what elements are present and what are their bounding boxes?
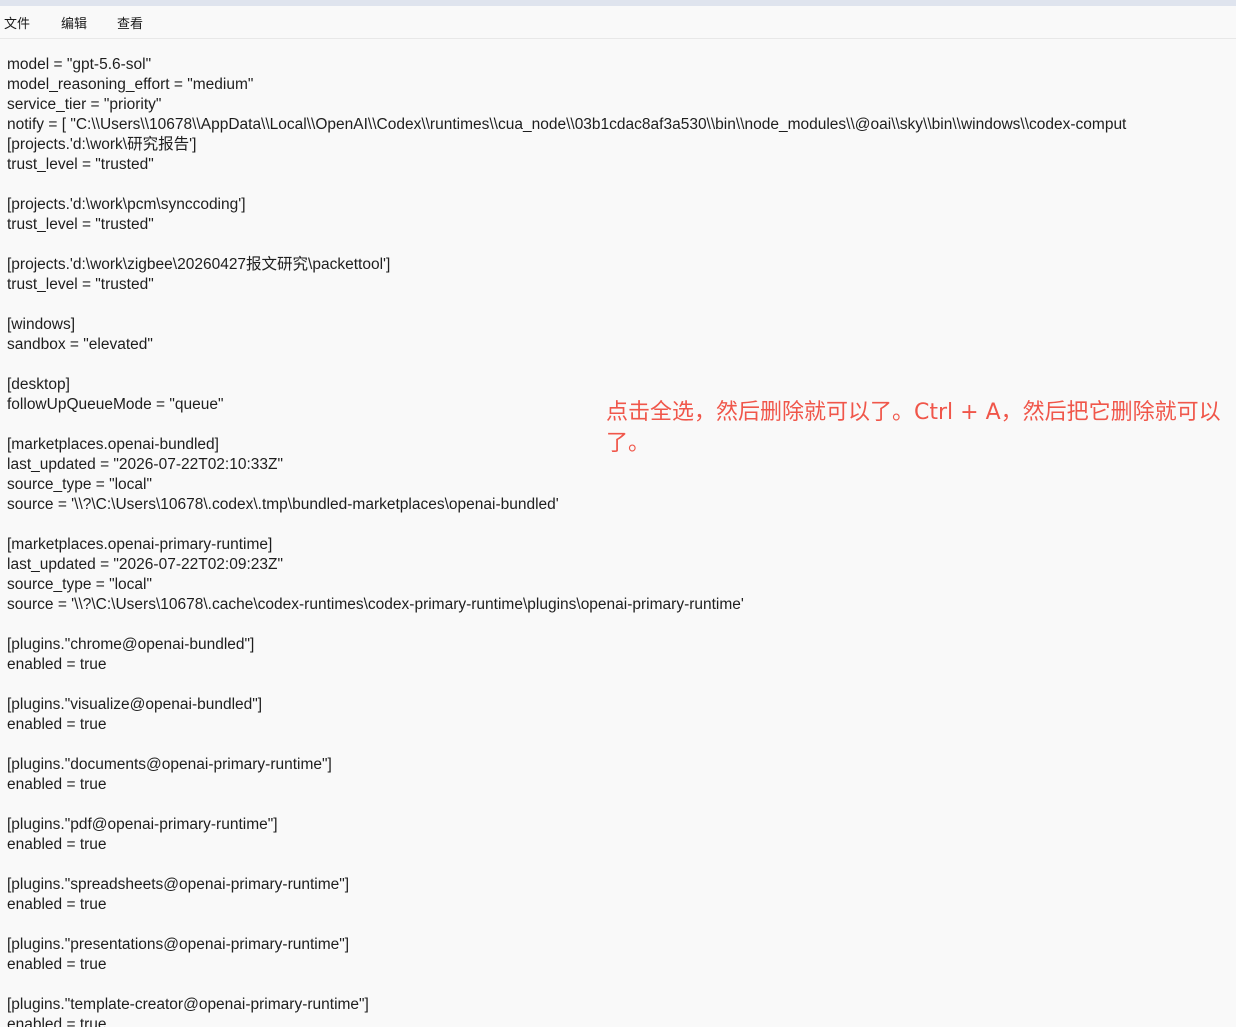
editor-line: enabled = true [7,956,107,973]
editor-line: [plugins."documents@openai-primary-runti… [7,756,332,773]
editor-line: sandbox = "elevated" [7,336,153,353]
editor-line: [projects.'d:\work\zigbee\20260427报文研究\p… [7,256,391,273]
editor-line: enabled = true [7,656,107,673]
menu-view[interactable]: 查看 [113,13,169,32]
editor-line: [plugins."template-creator@openai-primar… [7,996,369,1013]
editor-line: model_reasoning_effort = "medium" [7,76,254,93]
editor-line: source_type = "local" [7,576,152,593]
menu-edit[interactable]: 编辑 [57,13,113,32]
editor-line: service_tier = "priority" [7,96,162,113]
annotation-note: 点击全选，然后删除就可以了。Ctrl + A，然后把它删除就可以了。 [606,400,1221,456]
editor-line: trust_level = "trusted" [7,276,154,293]
editor-line: [projects.'d:\work\研究报告'] [7,136,197,153]
editor-line: last_updated = "2026-07-22T02:09:23Z" [7,556,283,573]
menu-bar: 文件 编辑 查看 [0,6,1236,39]
editor-line: enabled = true [7,1016,107,1027]
editor-line: [plugins."visualize@openai-bundled"] [7,696,263,713]
menu-file[interactable]: 文件 [0,13,52,32]
editor-line: source = '\\?\C:\Users\10678\.cache\code… [7,596,744,613]
editor-line: trust_level = "trusted" [7,156,154,173]
editor-line: [plugins."chrome@openai-bundled"] [7,636,255,653]
editor-line: [marketplaces.openai-primary-runtime] [7,536,273,553]
editor-line: [desktop] [7,376,70,393]
editor-line: [projects.'d:\work\pcm\synccoding'] [7,196,246,213]
editor-line: enabled = true [7,716,107,733]
editor-line: source = '\\?\C:\Users\10678\.codex\.tmp… [7,496,559,513]
editor-line: [windows] [7,316,76,333]
editor-line: [plugins."pdf@openai-primary-runtime"] [7,816,278,833]
editor-line: [plugins."presentations@openai-primary-r… [7,936,350,953]
text-editor-area[interactable]: model = "gpt-5.6-sol" model_reasoning_eff… [7,55,1236,1027]
editor-line: [plugins."spreadsheets@openai-primary-ru… [7,876,350,893]
editor-line: notify = [ "C:\\Users\\10678\\AppData\\L… [7,116,1127,133]
editor-line: enabled = true [7,836,107,853]
editor-line: model = "gpt-5.6-sol" [7,56,152,73]
editor-line: source_type = "local" [7,476,152,493]
editor-line: enabled = true [7,776,107,793]
editor-line: trust_level = "trusted" [7,216,154,233]
editor-line: enabled = true [7,896,107,913]
